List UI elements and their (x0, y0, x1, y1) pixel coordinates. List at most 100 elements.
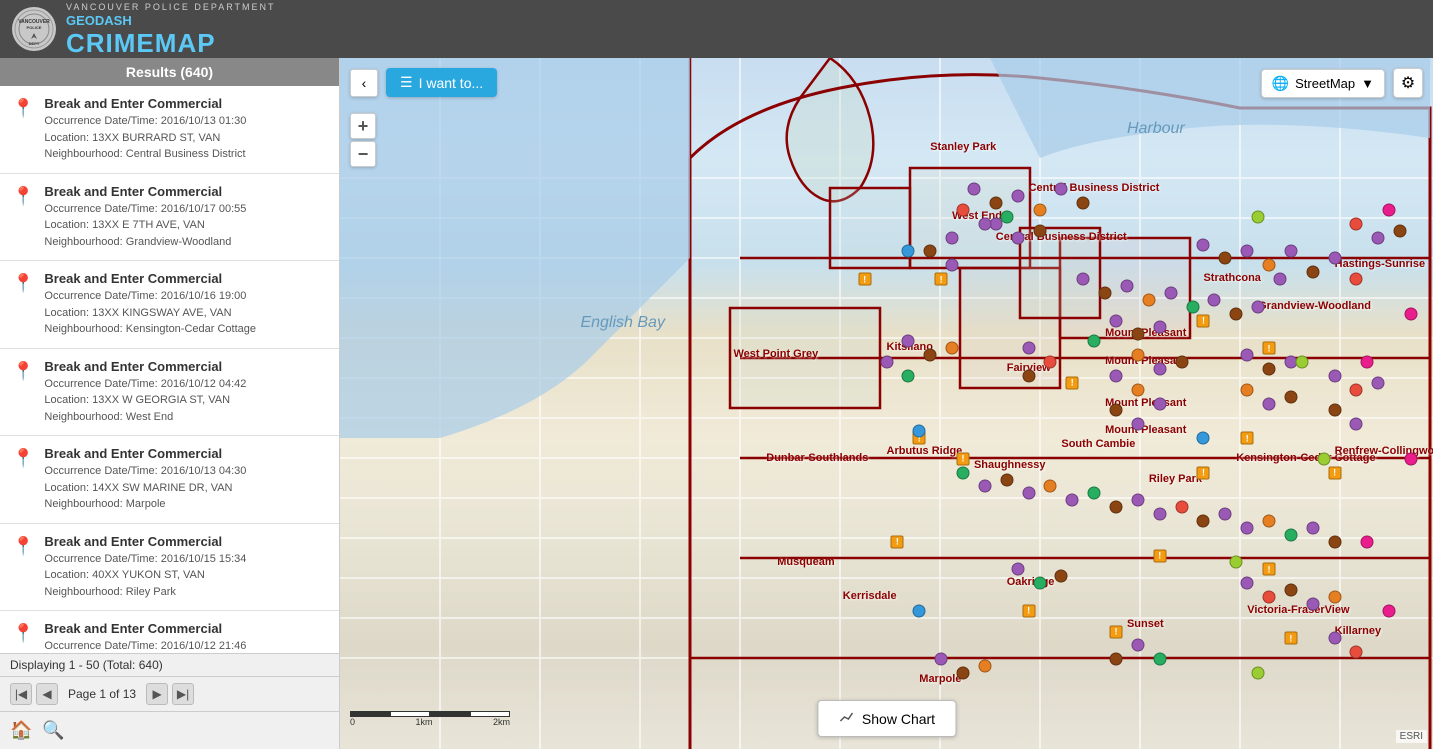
crime-marker (1131, 328, 1144, 341)
list-item[interactable]: 📍 Break and Enter Commercial Occurrence … (0, 86, 339, 174)
list-item[interactable]: 📍 Break and Enter Commercial Occurrence … (0, 436, 339, 524)
crime-marker: ! (858, 273, 871, 286)
item-title: Break and Enter Commercial (44, 359, 327, 374)
crime-marker (1252, 300, 1265, 313)
crime-marker (1131, 418, 1144, 431)
list-item[interactable]: 📍 Break and Enter Commercial Occurrence … (0, 174, 339, 262)
crime-marker: ! (1197, 466, 1210, 479)
crime-marker (1350, 418, 1363, 431)
zoom-in-button[interactable]: + (350, 113, 376, 139)
item-detail: Occurrence Date/Time: 2016/10/12 04:42 L… (44, 376, 327, 426)
list-item[interactable]: 📍 Break and Enter Commercial Occurrence … (0, 524, 339, 612)
crime-marker (1175, 501, 1188, 514)
crime-marker (1033, 577, 1046, 590)
crime-marker (1230, 307, 1243, 320)
last-page-button[interactable]: ▶| (172, 683, 194, 705)
iwant-button[interactable]: ☰ I want to... (386, 68, 497, 97)
streetmap-button[interactable]: 🌐 StreetMap ▼ (1261, 69, 1385, 98)
crime-marker (1372, 231, 1385, 244)
crime-marker (1383, 604, 1396, 617)
crime-marker (1306, 521, 1319, 534)
prev-page-button[interactable]: ◀ (36, 683, 58, 705)
item-content: Break and Enter Commercial Occurrence Da… (44, 446, 327, 513)
crime-marker (1153, 362, 1166, 375)
collapse-sidebar-button[interactable]: ‹ (350, 69, 378, 97)
crime-marker (1350, 383, 1363, 396)
crime-marker (1033, 204, 1046, 217)
item-detail: Occurrence Date/Time: 2016/10/12 21:46 (44, 638, 327, 653)
crime-marker (1284, 584, 1297, 597)
crime-marker (902, 369, 915, 382)
zoom-out-button[interactable]: − (350, 141, 376, 167)
list-item[interactable]: 📍 Break and Enter Commercial Occurrence … (0, 611, 339, 653)
menu-icon: ☰ (400, 74, 413, 91)
crime-marker (1110, 501, 1123, 514)
results-list[interactable]: 📍 Break and Enter Commercial Occurrence … (0, 86, 339, 653)
next-page-button[interactable]: ▶ (146, 683, 168, 705)
crime-marker (1033, 224, 1046, 237)
scale-bar (350, 709, 510, 717)
crime-marker (1110, 369, 1123, 382)
crime-marker (1088, 487, 1101, 500)
location-icon: 📍 (12, 623, 34, 644)
crime-marker (1306, 597, 1319, 610)
crime-marker (880, 356, 893, 369)
crime-marker (1284, 245, 1297, 258)
show-chart-button[interactable]: Show Chart (817, 700, 956, 737)
crime-marker (1099, 286, 1112, 299)
item-title: Break and Enter Commercial (44, 96, 327, 111)
list-item[interactable]: 📍 Break and Enter Commercial Occurrence … (0, 261, 339, 349)
crime-marker (1164, 286, 1177, 299)
zoom-controls: + − (350, 113, 376, 167)
chevron-down-icon: ▼ (1361, 76, 1374, 91)
crime-marker (946, 231, 959, 244)
item-title: Break and Enter Commercial (44, 621, 327, 636)
crime-marker (1011, 231, 1024, 244)
item-detail: Occurrence Date/Time: 2016/10/13 01:30 L… (44, 113, 327, 163)
search-button[interactable]: 🔍 (42, 720, 64, 741)
logo-area: VANCOUVER POLICE DEPT VANCOUVER POLICE D… (12, 2, 276, 57)
crime-marker (1241, 245, 1254, 258)
crime-marker (1142, 293, 1155, 306)
scale-label-0: 0 (350, 717, 355, 727)
list-item[interactable]: 📍 Break and Enter Commercial Occurrence … (0, 349, 339, 437)
item-content: Break and Enter Commercial Occurrence Da… (44, 184, 327, 251)
map-container[interactable]: English Bay Harbour Stanley Park West En… (340, 58, 1433, 749)
tools-button[interactable]: ⚙ (1393, 68, 1423, 98)
org-name: VANCOUVER POLICE DEPARTMENT (66, 2, 276, 12)
crime-marker (1197, 514, 1210, 527)
esri-attribution: ESRI (1396, 730, 1427, 743)
location-icon: 📍 (12, 448, 34, 469)
crime-marker (1186, 300, 1199, 313)
crime-marker: ! (1197, 314, 1210, 327)
item-content: Break and Enter Commercial Occurrence Da… (44, 271, 327, 338)
crime-marker (1295, 356, 1308, 369)
item-detail: Occurrence Date/Time: 2016/10/17 00:55 L… (44, 201, 327, 251)
crime-marker (1131, 383, 1144, 396)
crime-marker: ! (1241, 432, 1254, 445)
location-icon: 📍 (12, 361, 34, 382)
crime-marker (1284, 390, 1297, 403)
crime-marker (1328, 369, 1341, 382)
app-name: GEODASH CRIMEMAP (66, 12, 276, 57)
crime-marker (1405, 452, 1418, 465)
crime-marker (902, 335, 915, 348)
crime-marker (1328, 590, 1341, 603)
sidebar-action-bar: 🏠 🔍 (0, 712, 339, 749)
crime-marker (967, 183, 980, 196)
home-button[interactable]: 🏠 (10, 720, 32, 741)
crime-marker (1306, 266, 1319, 279)
crime-marker (1044, 480, 1057, 493)
crime-marker: ! (1263, 563, 1276, 576)
crime-marker (1153, 653, 1166, 666)
crime-marker (1252, 666, 1265, 679)
item-content: Break and Enter Commercial Occurrence Da… (44, 96, 327, 163)
first-page-button[interactable]: |◀ (10, 683, 32, 705)
crime-marker (1263, 590, 1276, 603)
pagination-bar: |◀ ◀ Page 1 of 13 ▶ ▶| (0, 677, 339, 712)
item-title: Break and Enter Commercial (44, 446, 327, 461)
crime-marker (978, 217, 991, 230)
crime-marker (1328, 632, 1341, 645)
crime-marker (1131, 349, 1144, 362)
crime-marker (1055, 570, 1068, 583)
